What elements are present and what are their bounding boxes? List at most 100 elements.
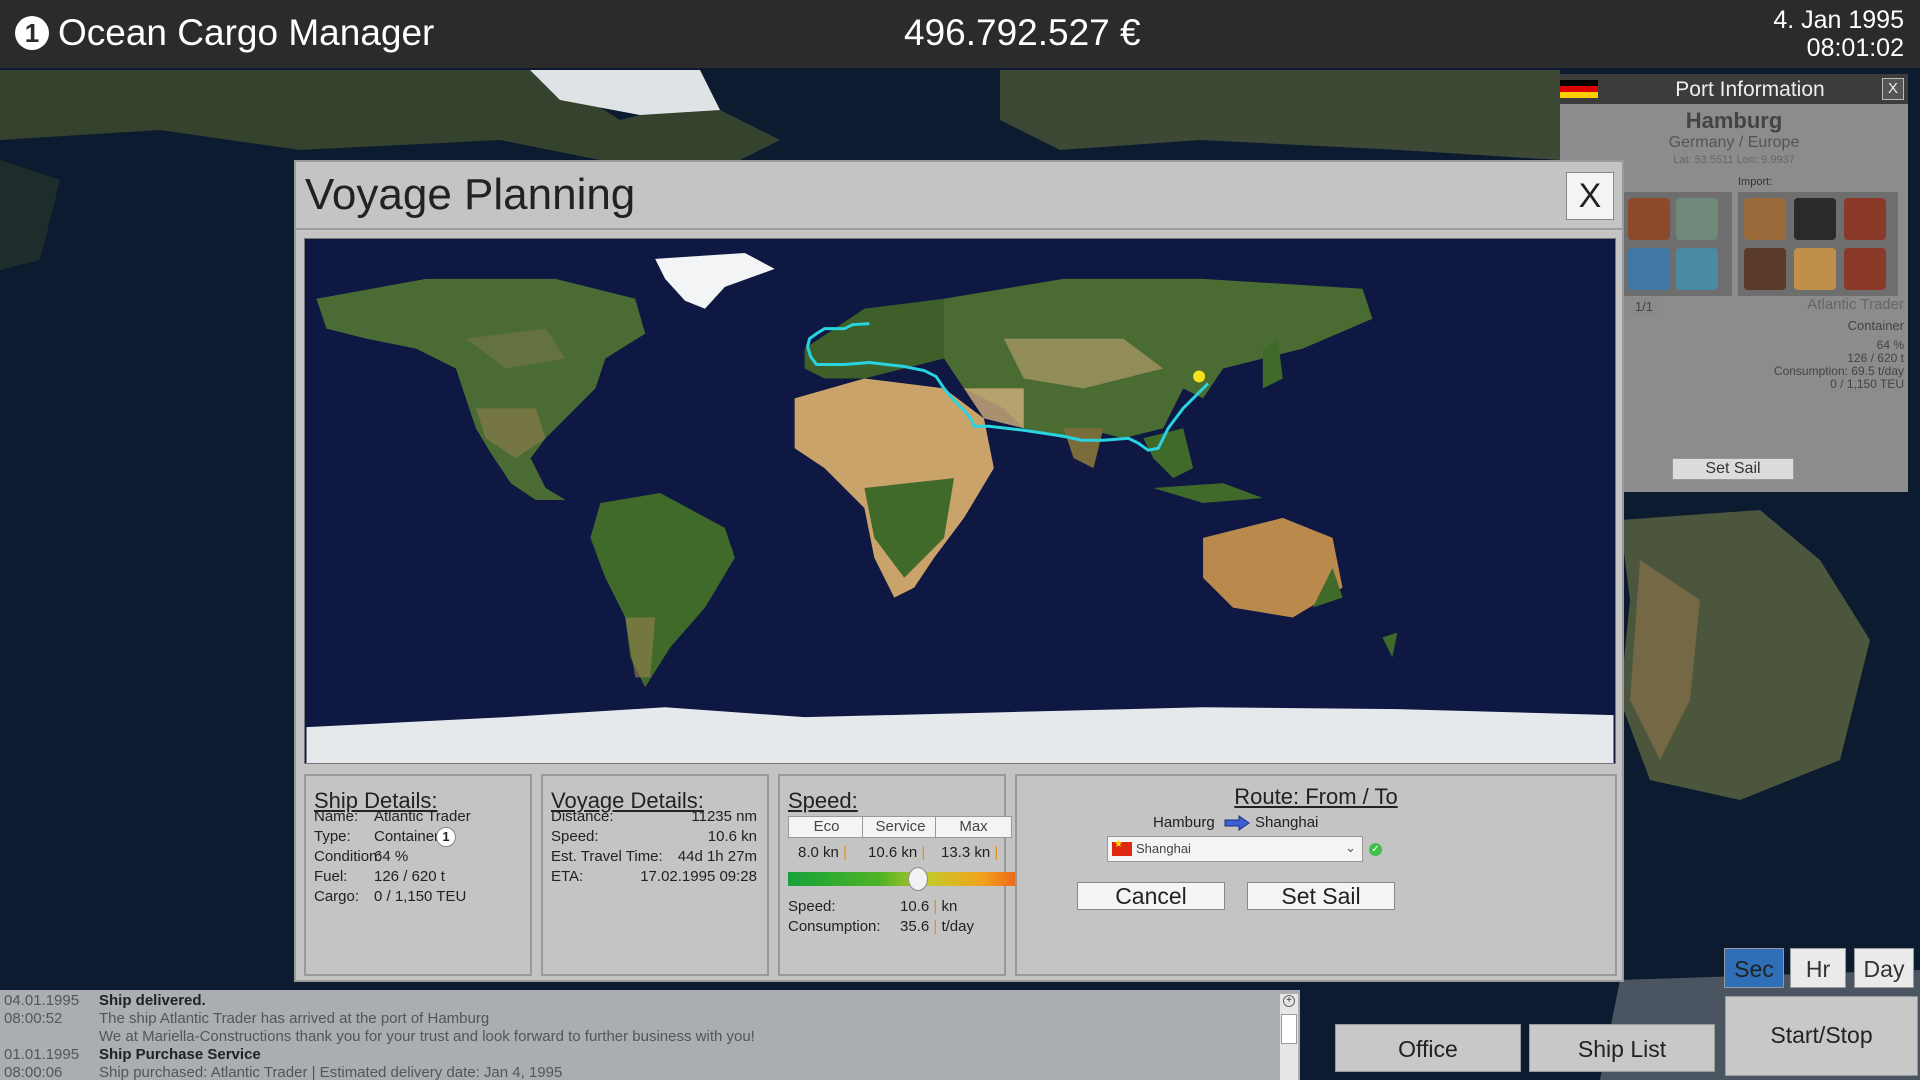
destination-selected: Shanghai xyxy=(1136,841,1191,856)
chevron-down-icon: ⌄ xyxy=(1345,840,1356,855)
port-panel-title: Port Information xyxy=(1675,78,1825,101)
ship-name-label: Name: xyxy=(314,808,359,825)
consumption-label: Consumption: xyxy=(788,918,881,935)
ship-details-panel: Ship Details: Name: Atlantic Trader Type… xyxy=(304,774,532,976)
message-log[interactable]: 04.01.1995 Ship delivered. 08:00:52 The … xyxy=(0,990,1300,1080)
distance-value: 11235 nm xyxy=(691,808,757,825)
expand-log-icon[interactable]: + xyxy=(1283,995,1295,1007)
title-divider xyxy=(296,228,1622,230)
route-from: Hamburg xyxy=(1153,814,1215,831)
destination-select[interactable]: Shanghai ⌄ xyxy=(1107,836,1363,862)
log-entry-title: Ship Purchase Service xyxy=(99,1046,261,1063)
time-speed-hours-button[interactable]: Hr xyxy=(1790,948,1846,988)
goods-icon[interactable] xyxy=(1744,198,1786,240)
speed-slider[interactable] xyxy=(788,867,1048,891)
log-entry-text: The ship Atlantic Trader has arrived at … xyxy=(99,1010,490,1027)
tick-mark-icon: | xyxy=(994,844,999,861)
export-goods-grid xyxy=(1622,192,1732,296)
dialog-title: Voyage Planning xyxy=(305,170,636,219)
ship-type-value: Container xyxy=(374,828,440,845)
max-speed-button[interactable]: Max xyxy=(935,816,1012,838)
game-time: 08:01:02 xyxy=(1806,34,1904,62)
goods-icon[interactable] xyxy=(1794,248,1836,290)
cancel-button[interactable]: Cancel xyxy=(1077,882,1225,910)
port-ship-page-indicator[interactable]: 1/1 xyxy=(1625,298,1663,316)
tick-mark-icon: | xyxy=(933,898,938,915)
log-entry-title: Ship delivered. xyxy=(99,992,206,1009)
eco-speed-text: 8.0 kn xyxy=(798,844,839,861)
import-label: Import: xyxy=(1738,176,1773,188)
goods-icon[interactable] xyxy=(1676,198,1718,240)
voyage-speed-label: Speed: xyxy=(551,828,599,845)
eco-speed-button[interactable]: Eco xyxy=(788,816,865,838)
top-bar: 1 Ocean Cargo Manager 496.792.527 € 4. J… xyxy=(0,0,1920,68)
log-entry-date: 01.01.1995 xyxy=(4,1046,80,1063)
consumption-text: 35.6 xyxy=(900,918,930,935)
tick-mark-icon: | xyxy=(933,918,938,935)
goods-icon[interactable] xyxy=(1744,248,1786,290)
ship-type-info-badge[interactable]: 1 xyxy=(436,827,456,847)
ship-type-label: Type: xyxy=(314,828,351,845)
tick-mark-icon: | xyxy=(921,844,926,861)
destination-marker-icon xyxy=(1193,370,1206,383)
set-sail-button[interactable]: Set Sail xyxy=(1247,882,1395,910)
speed-slider-thumb[interactable] xyxy=(908,867,928,891)
speed-unit: kn xyxy=(941,898,958,915)
current-speed-value: 10.6 | kn xyxy=(900,898,957,915)
app-title: Ocean Cargo Manager xyxy=(58,12,435,53)
ship-list-button[interactable]: Ship List xyxy=(1529,1024,1715,1072)
travel-time-label: Est. Travel Time: xyxy=(551,848,663,865)
consumption-unit: t/day xyxy=(941,918,974,935)
ship-fuel-label: Fuel: xyxy=(314,868,348,885)
current-speed-label: Speed: xyxy=(788,898,836,915)
service-speed-value: 10.6 kn | xyxy=(868,844,925,861)
goods-icon[interactable] xyxy=(1794,198,1836,240)
speed-heading: Speed: xyxy=(788,788,858,813)
port-panel-header: Port Information X xyxy=(1560,74,1908,104)
eta-value: 17.02.1995 09:28 xyxy=(640,868,757,885)
port-panel-close-button[interactable]: X xyxy=(1882,78,1904,100)
check-icon: ✓ xyxy=(1369,843,1382,856)
game-date: 4. Jan 1995 xyxy=(1773,6,1904,34)
ship-cargo-label: Cargo: xyxy=(314,888,360,905)
port-ship-cargo: 0 / 1,150 TEU xyxy=(1830,377,1904,391)
time-speed-day-button[interactable]: Day xyxy=(1854,948,1914,988)
ship-condition-label: Condition: xyxy=(314,848,382,865)
log-scrollbar[interactable]: + xyxy=(1280,994,1298,1080)
ship-condition-value: 64 % xyxy=(374,848,409,865)
dialog-close-button[interactable]: X xyxy=(1566,172,1614,220)
ship-name-value: Atlantic Trader xyxy=(374,808,471,825)
port-name: Hamburg xyxy=(1685,108,1783,133)
start-stop-button[interactable]: Start/Stop xyxy=(1725,996,1918,1076)
port-ship-fuel: 126 / 620 t xyxy=(1847,351,1904,365)
service-speed-button[interactable]: Service xyxy=(862,816,939,838)
office-button[interactable]: Office xyxy=(1335,1024,1521,1072)
service-speed-text: 10.6 kn xyxy=(868,844,918,861)
route-panel: Route: From / To Hamburg Shanghai Shangh… xyxy=(1015,774,1617,976)
port-ship-type: Container xyxy=(1847,318,1904,333)
germany-flag-icon xyxy=(1560,80,1598,98)
max-speed-text: 13.3 kn xyxy=(941,844,991,861)
goods-icon[interactable] xyxy=(1628,248,1670,290)
port-country-region: Germany / Europe xyxy=(1668,134,1800,151)
current-speed-text: 10.6 xyxy=(900,898,930,915)
route-arrow-icon xyxy=(1224,815,1250,831)
goods-icon[interactable] xyxy=(1844,248,1886,290)
goods-icon[interactable] xyxy=(1628,198,1670,240)
goods-icon[interactable] xyxy=(1676,248,1718,290)
consumption-value: 35.6 | t/day xyxy=(900,918,974,935)
voyage-speed-value: 10.6 kn xyxy=(707,828,757,845)
max-speed-value: 13.3 kn | xyxy=(941,844,998,861)
log-entry-time: 08:00:06 xyxy=(4,1064,63,1080)
route-world-map[interactable] xyxy=(304,238,1616,764)
log-entry-text: Ship purchased: Atlantic Trader | Estima… xyxy=(99,1064,563,1080)
money-balance: 496.792.527 € xyxy=(904,12,1141,53)
time-speed-seconds-button[interactable]: Sec xyxy=(1724,948,1784,988)
distance-label: Distance: xyxy=(551,808,614,825)
port-ship-condition: 64 % xyxy=(1876,338,1904,352)
log-entry-time: 08:00:52 xyxy=(4,1010,63,1027)
goods-icon[interactable] xyxy=(1844,198,1886,240)
port-ship-consumption: Consumption: 69.5 t/day xyxy=(1773,364,1904,378)
port-set-sail-button[interactable]: Set Sail xyxy=(1672,458,1794,480)
log-scroll-thumb[interactable] xyxy=(1281,1014,1297,1044)
